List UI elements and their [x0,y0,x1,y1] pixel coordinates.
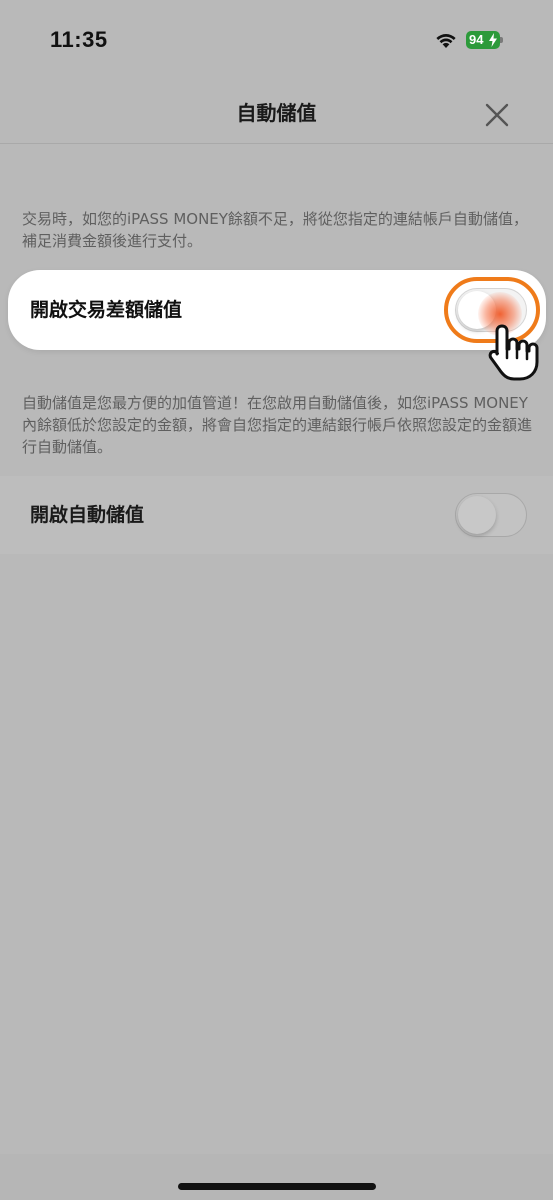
auto-topup-description: 自動儲值是您最方便的加值管道！在您啟用自動儲值後，如您iPASS MONEY內餘… [22,394,533,456]
battery-cap [500,37,503,43]
battery-icon: 94 [466,31,500,49]
auto-topup-toggle[interactable] [455,493,527,537]
status-time: 11:35 [50,27,108,52]
auto-topup-row[interactable]: 開啟自動儲值 [0,476,553,554]
difference-topup-description: 交易時，如您的iPASS MONEY餘額不足，將從您指定的連結帳戶自動儲值，補足… [22,210,528,250]
toggle-knob [458,496,496,534]
nav-bar: 自動儲值 [0,84,553,144]
page-title: 自動儲值 [236,101,317,125]
hand-pointer-icon [488,324,539,381]
status-bar: 11:35 94 [0,0,553,84]
auto-topup-label: 開啟自動儲值 [30,504,145,526]
wifi-icon [436,34,456,48]
home-indicator[interactable] [178,1183,376,1190]
difference-topup-label: 開啟交易差額儲值 [30,299,183,321]
battery-level: 94 [469,32,484,47]
bolt-icon [489,33,497,47]
close-icon[interactable] [483,101,511,129]
bottom-safe-area [0,1154,553,1200]
